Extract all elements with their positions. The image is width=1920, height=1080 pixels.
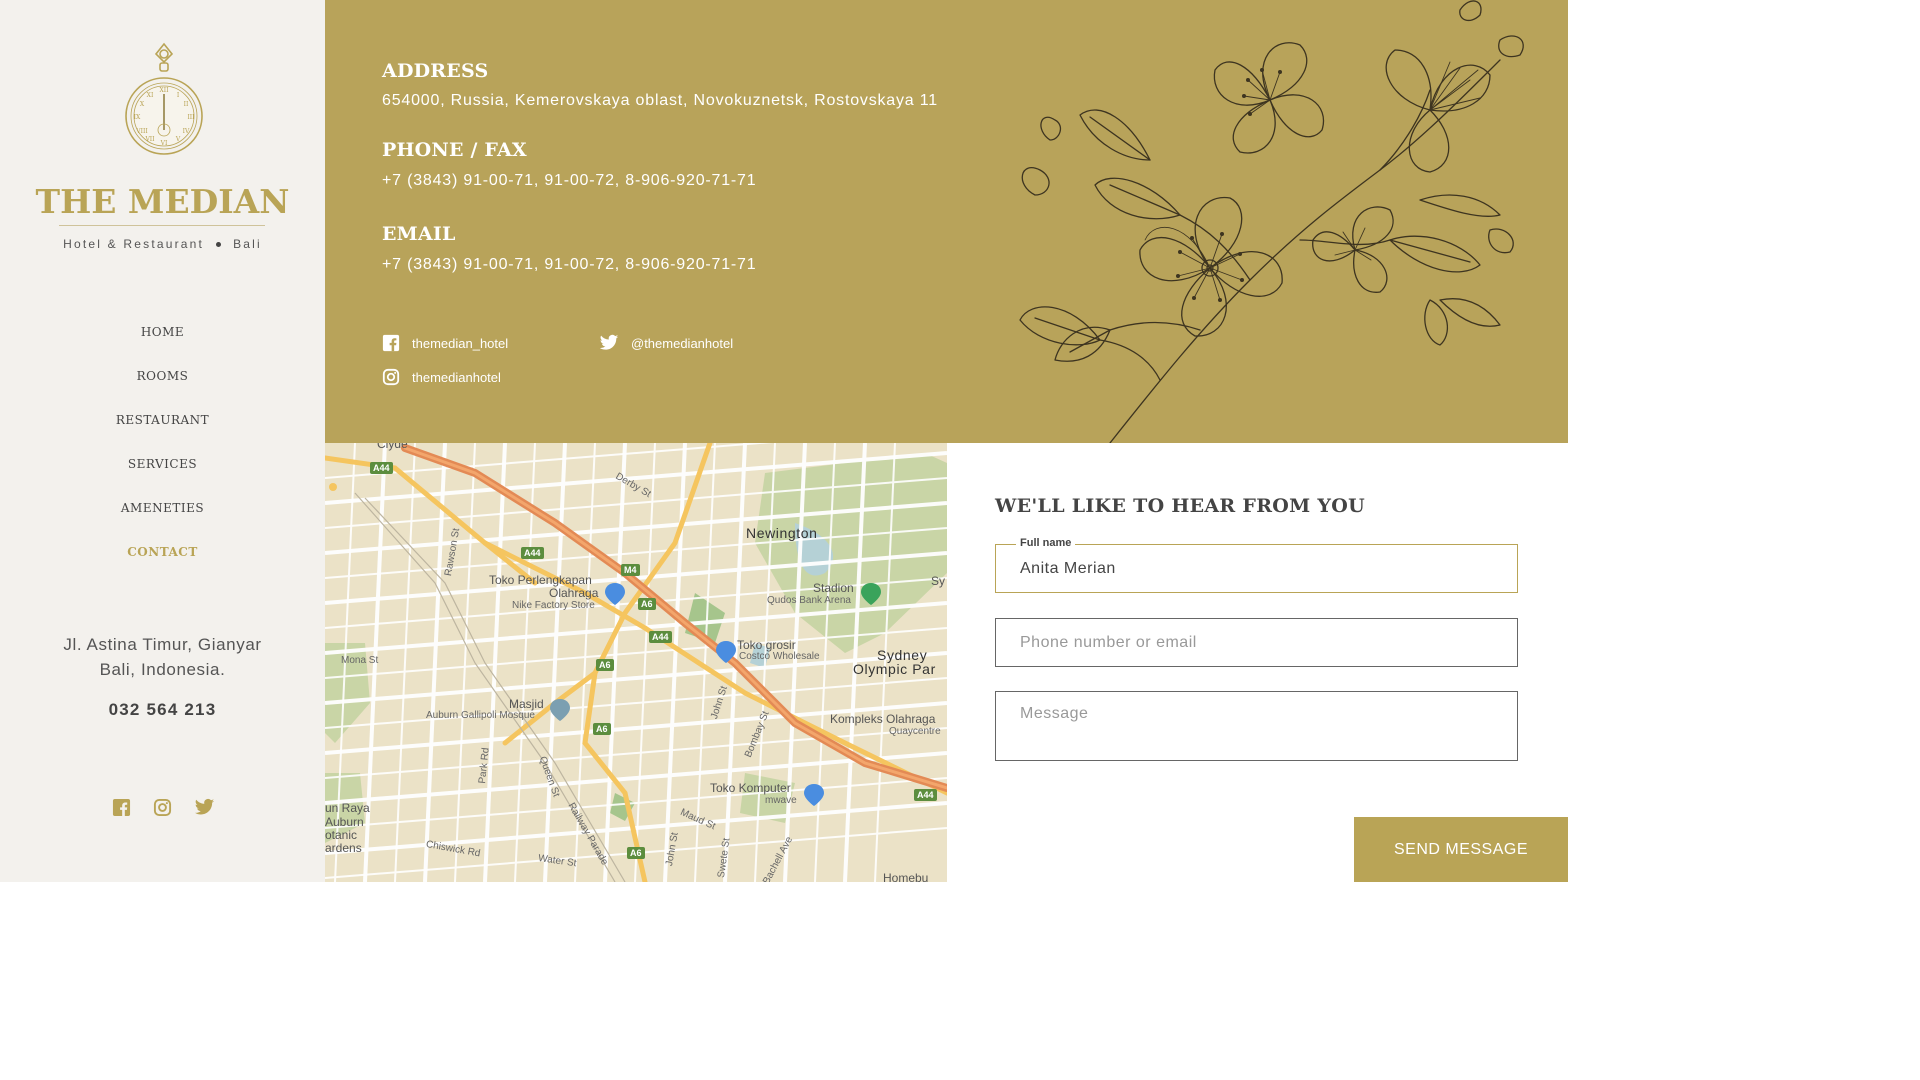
- map-label-auburn-4: ardens: [325, 841, 362, 855]
- address-heading: ADDRESS: [382, 60, 489, 82]
- brand-subtitle: Hotel & Restaurant Bali: [0, 237, 325, 251]
- fullname-input[interactable]: [996, 545, 1517, 592]
- road-shield-a44: A44: [649, 631, 672, 643]
- fullname-label: Full name: [1016, 537, 1076, 549]
- map-label-mona-st: Mona St: [341, 655, 379, 666]
- map-label-mwave: mwave: [765, 795, 797, 806]
- message-field: [995, 691, 1518, 761]
- twitter-icon: [599, 334, 619, 350]
- nav-item-rooms[interactable]: ROOMS: [0, 364, 325, 408]
- address-value: 654000, Russia, Kemerovskaya oblast, Nov…: [382, 92, 938, 109]
- twitter-link[interactable]: @themedianhotel: [599, 334, 733, 352]
- message-input[interactable]: [996, 692, 1517, 759]
- map-label-olahraga: Olahraga: [549, 586, 599, 600]
- map-label-newington: Newington: [746, 525, 818, 541]
- svg-text:XI: XI: [147, 92, 154, 99]
- map-label-kompleks: Kompleks Olahraga: [830, 712, 936, 726]
- svg-text:II: II: [184, 101, 189, 108]
- bullet-dot-icon: [216, 242, 222, 248]
- sidebar-phone: 032 564 213: [108, 700, 217, 719]
- location-map[interactable]: Clyde Derby St Newington Rawson St Toko …: [325, 443, 947, 882]
- instagram-icon[interactable]: [153, 798, 172, 817]
- map-label-costco: Costco Wholesale: [739, 651, 820, 662]
- nav-item-services[interactable]: SERVICES: [0, 452, 325, 496]
- svg-text:IV: IV: [183, 128, 190, 135]
- brand-title: THE MEDIAN: [35, 182, 290, 221]
- map-label-homebush: Homebu: [883, 871, 929, 882]
- sidebar-social-links: [112, 798, 215, 817]
- main-nav: HOME ROOMS RESTAURANT SERVICES AMENETIES…: [0, 320, 325, 584]
- map-label-toko-perlengkapan: Toko Perlengkapan: [489, 573, 592, 587]
- road-shield-a44: A44: [521, 547, 544, 559]
- map-label-stadion: Stadion: [813, 581, 854, 595]
- map-label-toko-grosir: Toko grosir: [737, 638, 796, 652]
- pocket-watch-logo-icon[interactable]: XIIVI IIIIX III IVV VIIVIII XXI: [123, 42, 205, 162]
- road-shield-a6: A6: [596, 659, 614, 671]
- twitter-icon[interactable]: [194, 798, 215, 817]
- email-value: +7 (3843) 91-00-71, 91-00-72, 8-906-920-…: [382, 256, 757, 273]
- nav-item-contact[interactable]: CONTACT: [0, 540, 325, 584]
- phone-fax-heading: PHONE / FAX: [382, 139, 527, 161]
- nav-item-ameneties[interactable]: AMENETIES: [0, 496, 325, 540]
- brand-subtitle-right: Bali: [233, 237, 262, 251]
- form-title: WE'LL LIKE TO HEAR FROM YOU: [995, 495, 1365, 517]
- map-label-qudos: Qudos Bank Arena: [767, 595, 851, 606]
- map-label-olympic-park: Olympic Par: [853, 661, 936, 677]
- map-label-auburn-3: otanic: [325, 828, 358, 842]
- floral-illustration: [1019, 0, 1524, 443]
- contact-field: [995, 618, 1518, 667]
- svg-text:V: V: [175, 136, 181, 143]
- facebook-link[interactable]: themedian_hotel: [382, 334, 508, 352]
- brand-divider: [59, 225, 265, 226]
- nav-item-restaurant[interactable]: RESTAURANT: [0, 408, 325, 452]
- sidebar-address-line1: Jl. Astina Timur, Gianyar: [63, 635, 262, 654]
- instagram-link[interactable]: themedianhotel: [382, 368, 501, 386]
- email-heading: EMAIL: [382, 223, 456, 245]
- svg-text:VI: VI: [160, 140, 168, 147]
- brand-subtitle-left: Hotel & Restaurant: [63, 237, 205, 251]
- twitter-handle: @themedianhotel: [631, 335, 734, 351]
- phone-fax-value: +7 (3843) 91-00-71, 91-00-72, 8-906-920-…: [382, 172, 757, 189]
- map-label-masjid: Masjid: [509, 697, 544, 711]
- svg-text:IX: IX: [134, 114, 141, 121]
- map-label-quaycentre: Quaycentre: [889, 726, 941, 737]
- road-shield-a44: A44: [370, 462, 393, 474]
- instagram-icon: [382, 368, 400, 386]
- sidebar-address: Jl. Astina Timur, Gianyar Bali, Indonesi…: [0, 632, 325, 682]
- nav-item-home[interactable]: HOME: [0, 320, 325, 364]
- map-label-auburn-mosque: Auburn Gallipoli Mosque: [426, 710, 535, 721]
- map-label-sy: Sy: [931, 574, 946, 588]
- facebook-handle: themedian_hotel: [412, 335, 509, 351]
- send-message-button[interactable]: SEND MESSAGE: [1354, 817, 1568, 882]
- map-label-auburn-2: Auburn: [325, 815, 364, 829]
- map-label-toko-komputer: Toko Komputer: [710, 781, 791, 795]
- road-shield-m4: M4: [621, 564, 640, 576]
- svg-text:III: III: [187, 114, 195, 121]
- road-shield-a44: A44: [914, 789, 937, 801]
- road-shield-a6: A6: [627, 847, 645, 859]
- svg-text:VIII: VIII: [135, 128, 148, 135]
- road-shield-a6: A6: [593, 723, 611, 735]
- svg-text:XII: XII: [159, 87, 169, 94]
- sidebar: XII VI III IX I II IV V VII VIII X XI THE MEDI…: [0, 0, 325, 882]
- instagram-handle: themedianhotel: [412, 369, 501, 385]
- contact-form-section: WE'LL LIKE TO HEAR FROM YOU Full name SE…: [947, 443, 1568, 882]
- svg-text:VII: VII: [144, 136, 155, 143]
- contact-info-section: ADDRESS 654000, Russia, Kemerovskaya obl…: [325, 0, 1568, 443]
- map-label-clyde: Clyde: [377, 443, 408, 451]
- facebook-icon: [382, 334, 400, 352]
- facebook-icon[interactable]: [112, 798, 131, 817]
- road-shield-a6: A6: [638, 598, 656, 610]
- map-label-nike: Nike Factory Store: [512, 600, 595, 611]
- sidebar-address-line2: Bali, Indonesia.: [99, 660, 226, 679]
- phone-email-input[interactable]: [996, 619, 1517, 666]
- map-label-auburn-1: un Raya: [325, 801, 370, 815]
- fullname-field: Full name: [995, 537, 1518, 593]
- svg-text:X: X: [140, 101, 145, 108]
